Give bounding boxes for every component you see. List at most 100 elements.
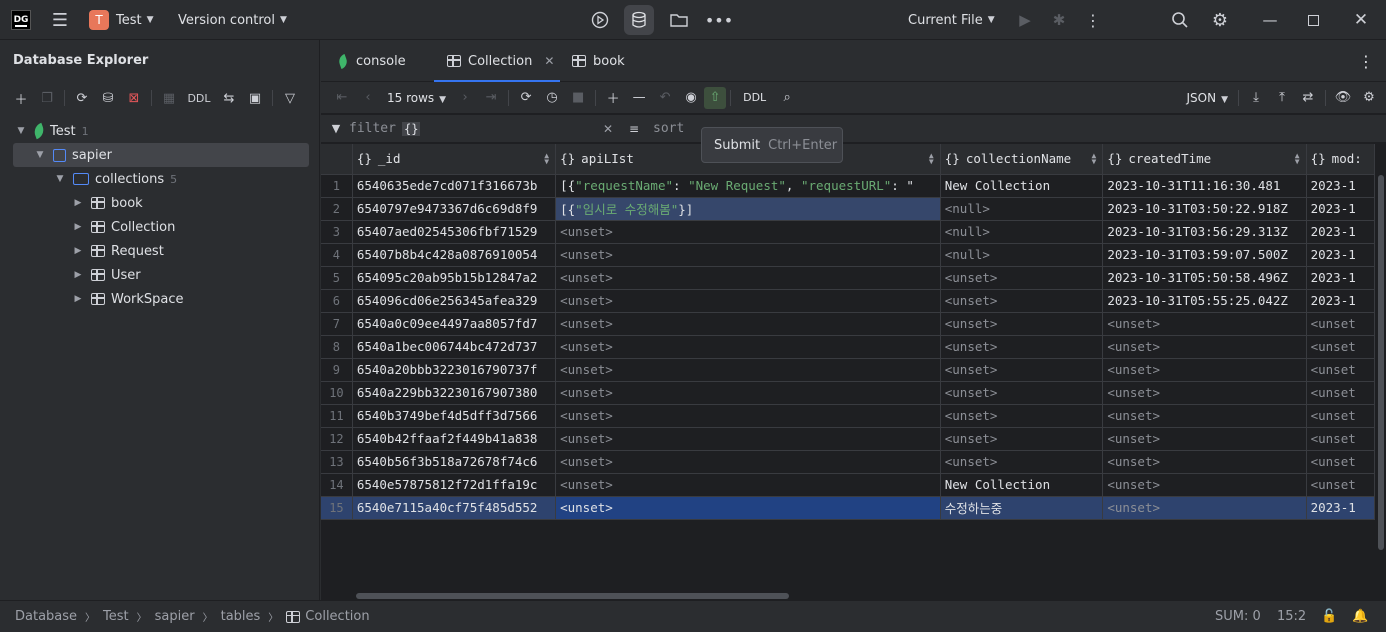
apilist-cell[interactable]: <unset> — [555, 266, 941, 290]
apilist-cell[interactable]: <unset> — [555, 312, 941, 336]
sort-arrows-icon[interactable]: ▲ ▼ — [1092, 152, 1097, 166]
row-number-cell[interactable]: 15 — [321, 496, 353, 520]
table-row[interactable]: 3 65407aed02545306fbf71529 <unset> <null> 20… — [321, 220, 1375, 244]
more-vertical-icon[interactable]: ⋮ — [1358, 40, 1374, 82]
row-number-cell[interactable]: 6 — [321, 289, 353, 313]
id-cell[interactable]: 6540e7115a40cf75f485d552 — [352, 496, 557, 520]
table-row[interactable]: 9 6540a20bbb3223016790737f <unset> <unset> <… — [321, 358, 1375, 382]
column-header-id[interactable]: {} _id ▲ ▼ — [352, 144, 557, 175]
created-time-cell[interactable]: 2023-10-31T03:56:29.313Z — [1102, 220, 1307, 244]
row-number-cell[interactable]: 12 — [321, 427, 353, 451]
modified-cell[interactable]: 2023-1 — [1306, 197, 1375, 221]
row-number-cell[interactable]: 9 — [321, 358, 353, 382]
collection-name-cell[interactable]: <unset> — [940, 358, 1104, 382]
modified-cell[interactable]: <unset — [1306, 358, 1375, 382]
created-time-cell[interactable]: 2023-10-31T05:50:58.496Z — [1102, 266, 1307, 290]
import-icon[interactable]: ⤓ — [1243, 90, 1269, 105]
submit-icon[interactable]: ⇧ — [704, 86, 727, 109]
minimize-icon[interactable]: — — [1262, 0, 1278, 40]
created-time-cell[interactable]: 2023-10-31T05:55:25.042Z — [1102, 289, 1307, 313]
table-row[interactable]: 7 6540a0c09ee4497aa8057fd7 <unset> <unset> <… — [321, 312, 1375, 336]
data-source-properties-icon[interactable]: ⛁ — [95, 91, 121, 106]
modified-cell[interactable]: 2023-1 — [1306, 289, 1375, 313]
rows-selector[interactable]: 15 rows ▼ — [387, 91, 446, 105]
row-number-cell[interactable]: 10 — [321, 381, 353, 405]
revert-icon[interactable]: ↶ — [652, 90, 678, 105]
modified-cell[interactable]: <unset — [1306, 335, 1375, 359]
tab-collection[interactable]: Collection ✕ — [434, 40, 560, 82]
created-time-cell[interactable]: <unset> — [1102, 496, 1307, 520]
collection-name-cell[interactable]: <null> — [940, 243, 1104, 267]
modified-cell[interactable]: 2023-1 — [1306, 496, 1375, 520]
created-time-cell[interactable]: <unset> — [1102, 358, 1307, 382]
modified-cell[interactable]: <unset — [1306, 450, 1375, 474]
row-number-cell[interactable]: 3 — [321, 220, 353, 244]
breadcrumb-item[interactable]: Database — [15, 609, 77, 624]
table-row[interactable]: 8 6540a1bec006744bc472d737 <unset> <unset> <… — [321, 335, 1375, 359]
id-cell[interactable]: 65407b8b4c428a0876910054 — [352, 243, 557, 267]
id-cell[interactable]: 6540b42ffaaf2f449b41a838 — [352, 427, 557, 451]
notifications-bell-icon[interactable]: 🔔 — [1352, 609, 1368, 624]
created-time-cell[interactable]: 2023-10-31T03:50:22.918Z — [1102, 197, 1307, 221]
created-time-cell[interactable]: <unset> — [1102, 450, 1307, 474]
next-page-icon[interactable]: › — [452, 90, 478, 105]
collection-name-cell[interactable]: <unset> — [940, 381, 1104, 405]
id-cell[interactable]: 6540b56f3b518a72678f74c6 — [352, 450, 557, 474]
sort-input[interactable]: sort — [653, 121, 684, 136]
settings-gear-icon[interactable]: ⚙ — [1210, 0, 1230, 40]
id-cell[interactable]: 6540e57875812f72d1ffa19c — [352, 473, 557, 497]
apilist-cell[interactable]: [{"임시로 수정해봄"}] — [555, 197, 941, 221]
caret-position[interactable]: 15:2 — [1277, 609, 1306, 624]
column-header-collectionname[interactable]: {} collectionName ▲ ▼ — [940, 144, 1104, 175]
sort-arrows-icon[interactable]: ▲ ▼ — [929, 152, 934, 166]
run-icon[interactable]: ▶ — [1016, 0, 1034, 40]
first-page-icon[interactable]: ⇤ — [329, 90, 355, 105]
refresh-icon[interactable]: ⟳ — [69, 91, 95, 106]
add-icon[interactable]: ＋ — [8, 89, 34, 108]
add-row-icon[interactable]: ＋ — [600, 88, 626, 107]
created-time-cell[interactable]: 2023-10-31T11:16:30.481 — [1102, 174, 1307, 198]
table-view-icon[interactable]: ▦ — [156, 91, 182, 106]
apilist-cell[interactable]: <unset> — [555, 427, 941, 451]
id-cell[interactable]: 654096cd06e256345afea329 — [352, 289, 557, 313]
preview-changes-icon[interactable]: ◉ — [678, 90, 704, 105]
apilist-cell[interactable]: [{"requestName": "New Request", "request… — [555, 174, 941, 198]
collection-name-cell[interactable]: <unset> — [940, 289, 1104, 313]
collection-name-cell[interactable]: <null> — [940, 220, 1104, 244]
row-number-cell[interactable]: 14 — [321, 473, 353, 497]
breadcrumb-item[interactable]: Collection — [305, 609, 369, 624]
row-number-cell[interactable]: 7 — [321, 312, 353, 336]
search-icon[interactable] — [1170, 0, 1190, 40]
collection-name-cell[interactable]: <unset> — [940, 335, 1104, 359]
delete-row-icon[interactable]: — — [626, 90, 652, 105]
row-number-cell[interactable]: 8 — [321, 335, 353, 359]
breadcrumb-item[interactable]: tables — [221, 609, 261, 624]
vertical-scrollbar[interactable] — [1378, 175, 1384, 550]
compare-icon[interactable]: ⇄ — [1295, 90, 1321, 105]
debug-icon[interactable]: ✱ — [1050, 0, 1068, 40]
id-cell[interactable]: 6540a20bbb3223016790737f — [352, 358, 557, 382]
table-row[interactable]: 15 6540e7115a40cf75f485d552 <unset> 수정하는중 <u… — [321, 496, 1375, 520]
copy-icon[interactable]: ❐ — [34, 91, 60, 106]
jump-icon[interactable]: ⇆ — [216, 91, 242, 106]
id-cell[interactable]: 65407aed02545306fbf71529 — [352, 220, 557, 244]
lock-icon[interactable]: 🔓 — [1321, 609, 1337, 624]
horizontal-scrollbar[interactable] — [356, 593, 789, 599]
close-tab-icon[interactable]: ✕ — [544, 54, 554, 68]
services-icon[interactable] — [589, 0, 611, 40]
table-row[interactable]: 5 654095c20ab95b15b12847a2 <unset> <unset> 2… — [321, 266, 1375, 290]
ddl-button[interactable]: DDL — [743, 91, 766, 104]
last-page-icon[interactable]: ⇥ — [478, 90, 504, 105]
created-time-cell[interactable]: <unset> — [1102, 404, 1307, 428]
export-icon[interactable]: ⤒ — [1269, 90, 1295, 105]
row-number-cell[interactable]: 11 — [321, 404, 353, 428]
breadcrumb-item[interactable]: sapier — [155, 609, 195, 624]
tab-console[interactable]: console — [337, 40, 406, 82]
created-time-cell[interactable]: <unset> — [1102, 381, 1307, 405]
apilist-cell[interactable]: <unset> — [555, 450, 941, 474]
collection-name-cell[interactable]: <null> — [940, 197, 1104, 221]
modified-cell[interactable]: 2023-1 — [1306, 243, 1375, 267]
collection-name-cell[interactable]: New Collection — [940, 473, 1104, 497]
history-clock-icon[interactable]: ◷ — [539, 90, 565, 105]
previous-page-icon[interactable]: ‹ — [355, 90, 381, 105]
